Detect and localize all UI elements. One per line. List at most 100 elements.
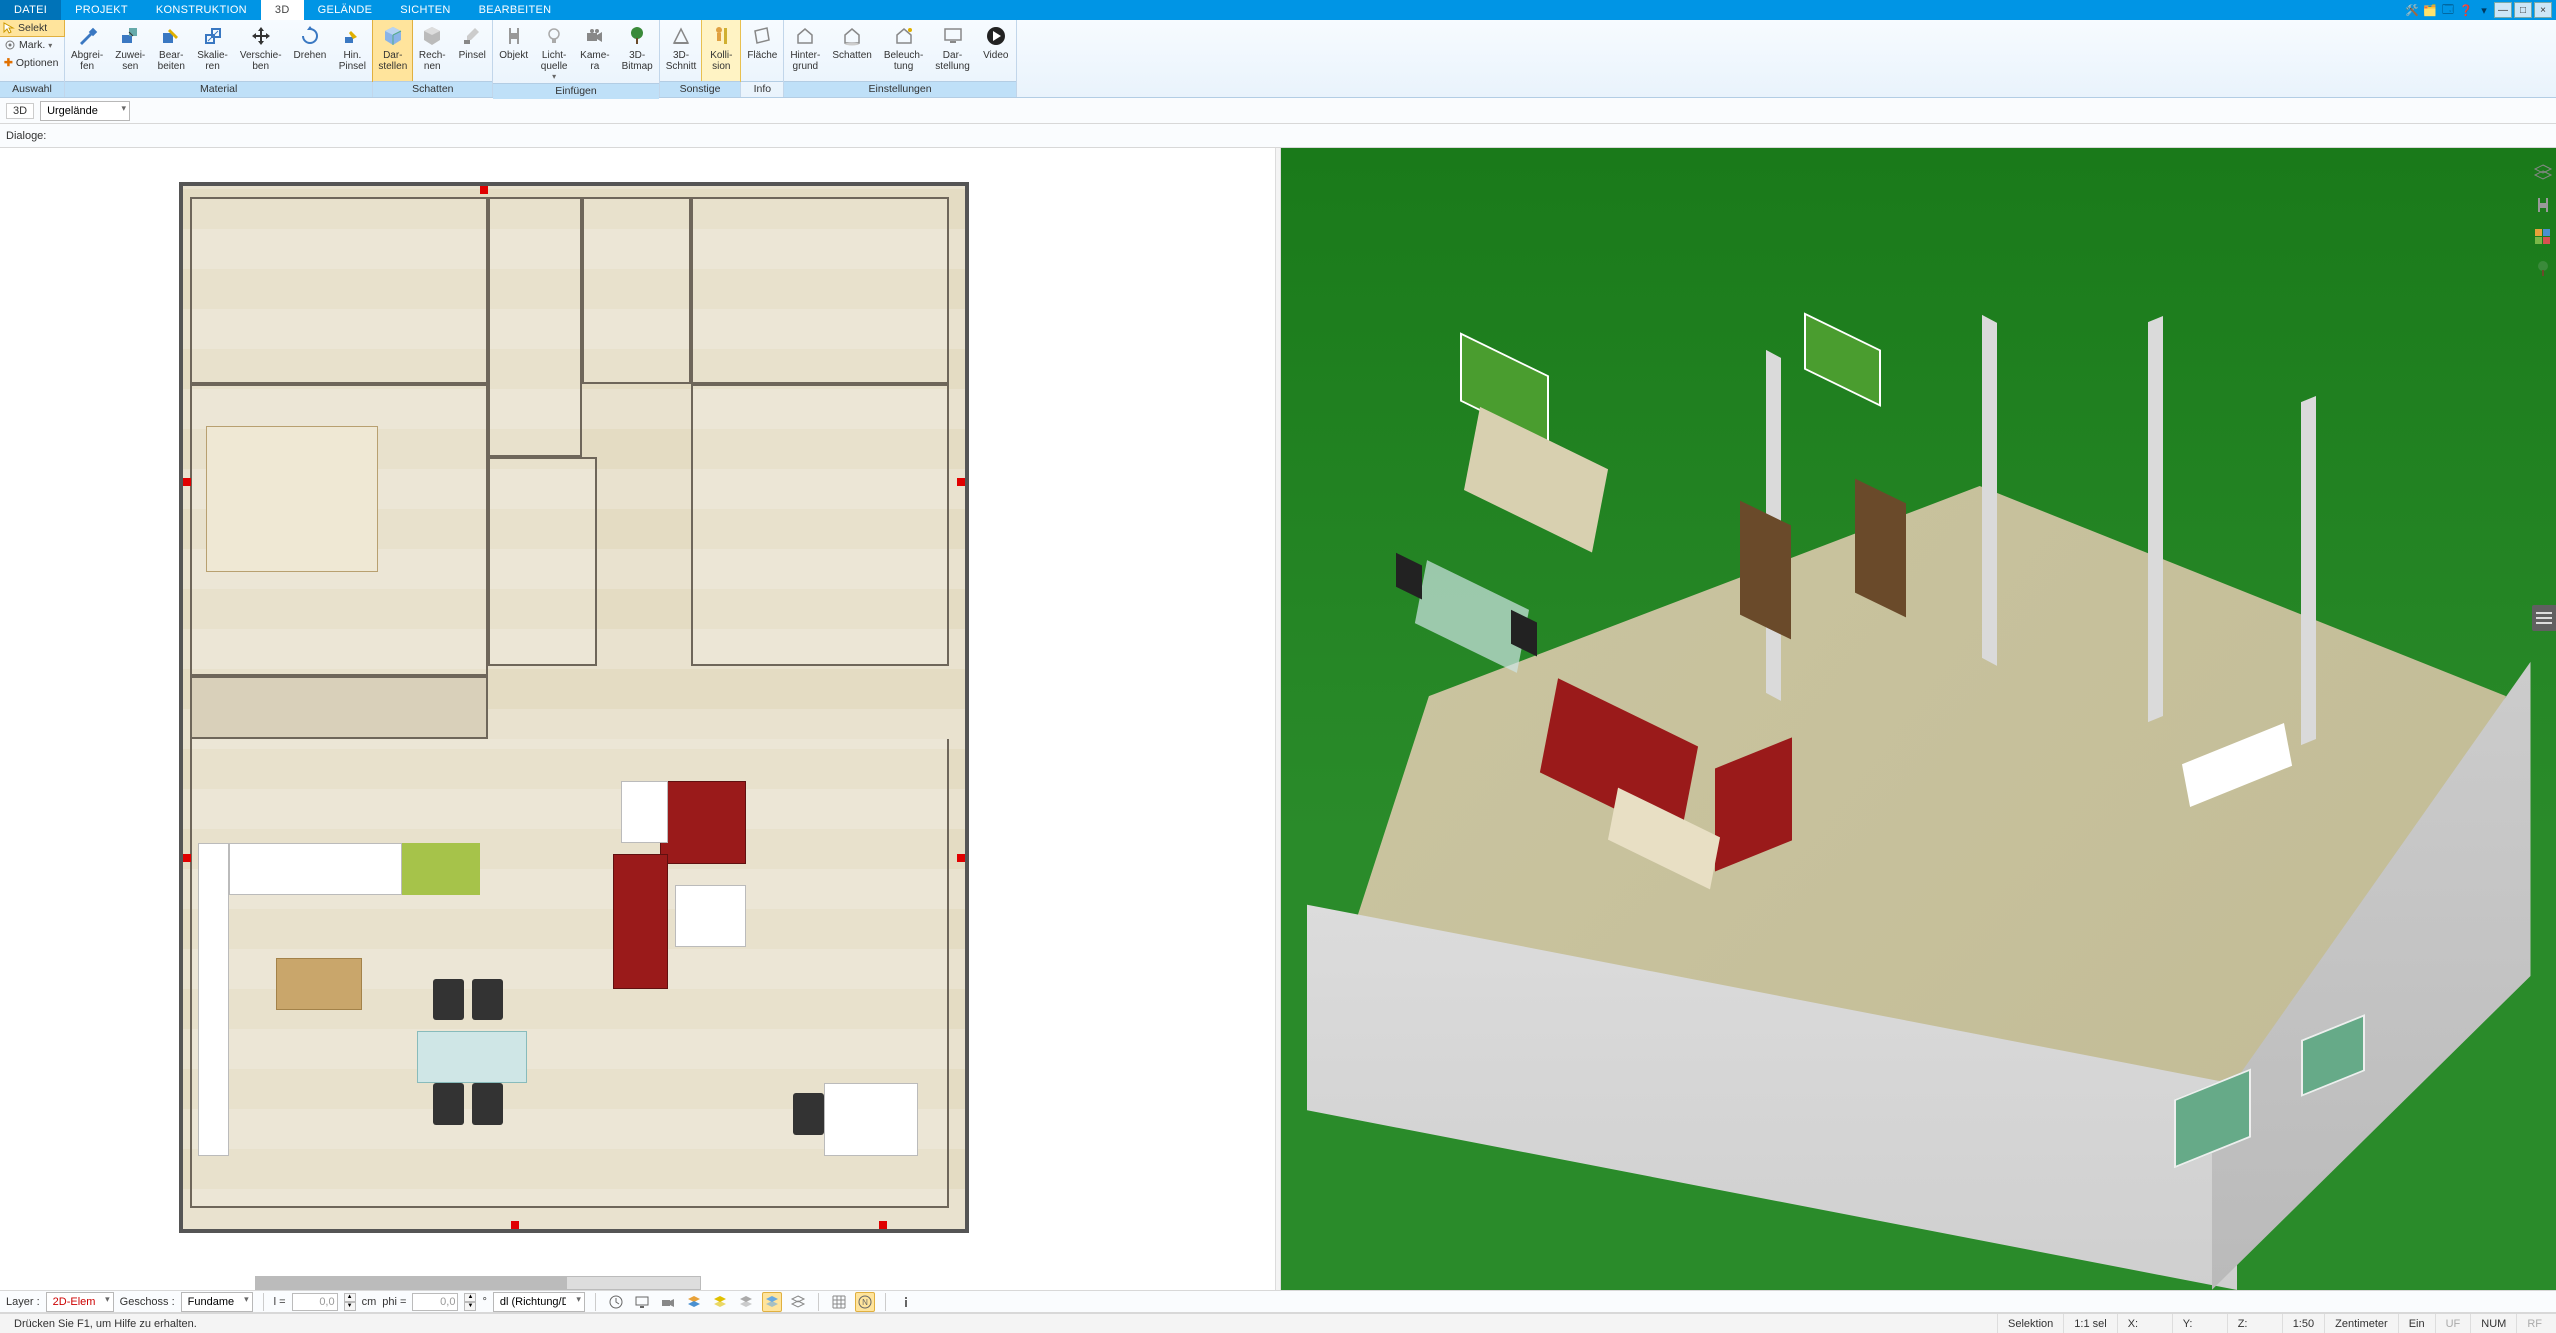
eyedropper-icon: [74, 23, 100, 49]
edit-icon: [158, 23, 184, 49]
lbl-bearbeiten: Bear- beiten: [158, 50, 185, 72]
help-icon[interactable]: ❓: [2458, 2, 2474, 18]
main-area: [0, 148, 2556, 1290]
window-icon[interactable]: 🗔: [2440, 2, 2456, 18]
btn-hinpinsel[interactable]: Hin. Pinsel: [332, 20, 372, 81]
btn-darstellen[interactable]: Dar- stellen: [372, 19, 413, 82]
layer-combo[interactable]: [46, 1292, 114, 1312]
view3d-side-tools: [2532, 162, 2554, 280]
grid-icon[interactable]: [829, 1292, 849, 1312]
north-icon[interactable]: N: [855, 1292, 875, 1312]
camera-small-icon[interactable]: [658, 1292, 678, 1312]
dropdown-icon[interactable]: ▾: [2476, 2, 2492, 18]
lbl-schatten-set: Schatten: [832, 50, 871, 61]
status-rf: RF: [2516, 1314, 2552, 1333]
btn-flaeche[interactable]: Fläche: [741, 20, 783, 81]
view-tab-3d[interactable]: 3D: [6, 103, 34, 119]
layers-blue-icon[interactable]: [762, 1292, 782, 1312]
lbl-zuweisen: Zuwei- sen: [115, 50, 145, 72]
phi-input[interactable]: [412, 1293, 458, 1311]
view-2d[interactable]: [0, 148, 1275, 1290]
floor-plan[interactable]: [179, 182, 970, 1233]
lbl-schnitt: 3D- Schnitt: [666, 50, 697, 72]
menu-bar: DATEI PROJEKT KONSTRUKTION 3D GELÄNDE SI…: [0, 0, 2556, 20]
btn-3dbitmap[interactable]: 3D- Bitmap: [616, 20, 659, 83]
lbl-lichtquelle: Licht- quelle: [541, 50, 568, 72]
richtung-combo[interactable]: [493, 1292, 585, 1312]
menu-datei[interactable]: DATEI: [0, 0, 61, 20]
palette-icon[interactable]: [2532, 226, 2554, 248]
group-schatten: Dar- stellen Rech- nen Pinsel Schatten: [373, 20, 493, 97]
btn-kollision[interactable]: Kolli- sion: [701, 19, 741, 82]
lbl-hinpinsel: Hin. Pinsel: [339, 50, 366, 72]
clock-icon[interactable]: [606, 1292, 626, 1312]
auswahl-mark[interactable]: Mark.▾: [0, 36, 64, 54]
auswahl-optionen[interactable]: ✚ Optionen: [0, 54, 64, 72]
side-panel-handle[interactable]: [2532, 605, 2556, 631]
cursor-icon: [3, 22, 15, 34]
menu-bearbeiten[interactable]: BEARBEITEN: [465, 0, 566, 20]
tools-icon[interactable]: 🛠️: [2404, 2, 2420, 18]
monitor-small-icon[interactable]: [632, 1292, 652, 1312]
menu-projekt[interactable]: PROJEKT: [61, 0, 142, 20]
layers-outline-icon[interactable]: [788, 1292, 808, 1312]
cube-icon: [380, 23, 406, 49]
menu-konstruktion[interactable]: KONSTRUKTION: [142, 0, 261, 20]
status-scale: 1:50: [2282, 1314, 2324, 1333]
chair-view-icon[interactable]: [2532, 194, 2554, 216]
phi-spinner[interactable]: ▲▼: [464, 1293, 476, 1311]
lbl-verschieben: Verschie- ben: [240, 50, 282, 72]
minimize-button[interactable]: —: [2494, 2, 2512, 18]
lbl-pinsel: Pinsel: [459, 50, 486, 61]
tree-view-icon[interactable]: [2532, 258, 2554, 280]
btn-rechnen[interactable]: Rech- nen: [412, 20, 452, 81]
close-button[interactable]: ×: [2534, 2, 2552, 18]
menu-sichten[interactable]: SICHTEN: [386, 0, 464, 20]
info-icon[interactable]: [896, 1292, 916, 1312]
btn-skalieren[interactable]: Skalie- ren: [191, 20, 234, 81]
menu-3d[interactable]: 3D: [261, 0, 304, 20]
combo-urgel[interactable]: [40, 101, 130, 121]
view-3d[interactable]: [1281, 148, 2556, 1290]
layers-grey-icon[interactable]: [736, 1292, 756, 1312]
l-spinner[interactable]: ▲▼: [344, 1293, 356, 1311]
group-sonstige: 3D- Schnitt Kolli- sion Sonstige: [660, 20, 742, 97]
btn-drehen[interactable]: Drehen: [288, 20, 333, 81]
btn-abgreifen[interactable]: Abgrei- fen: [65, 20, 109, 81]
house-light-icon: [891, 23, 917, 49]
lbl-rechnen: Rech- nen: [419, 50, 446, 72]
lbl-darstellung: Dar- stellung: [935, 50, 969, 72]
btn-kamera[interactable]: Kame- ra: [574, 20, 615, 83]
btn-3dschnitt[interactable]: 3D- Schnitt: [660, 20, 703, 81]
btn-verschieben[interactable]: Verschie- ben: [234, 20, 288, 81]
btn-hintergrund[interactable]: Hinter- grund: [784, 20, 826, 81]
btn-objekt[interactable]: Objekt: [493, 20, 534, 83]
btn-video[interactable]: Video: [976, 20, 1016, 81]
deg-label: °: [482, 1296, 486, 1308]
l-input[interactable]: [292, 1293, 338, 1311]
status-bar: Drücken Sie F1, um Hilfe zu erhalten. Se…: [0, 1313, 2556, 1333]
folder-icon[interactable]: 🗂️: [2422, 2, 2438, 18]
btn-bearbeiten[interactable]: Bear- beiten: [151, 20, 191, 81]
btn-lichtquelle[interactable]: Licht- quelle▾: [534, 20, 574, 83]
menu-gelaende[interactable]: GELÄNDE: [304, 0, 387, 20]
btn-darstellung[interactable]: Dar- stellung: [929, 20, 975, 81]
lbl-skalieren: Skalie- ren: [197, 50, 228, 72]
layers-icon[interactable]: [2532, 162, 2554, 184]
geschoss-combo[interactable]: [181, 1292, 253, 1312]
group-info: Fläche Info: [741, 20, 784, 97]
btn-beleuchtung[interactable]: Beleuch- tung: [878, 20, 929, 81]
auswahl-selekt[interactable]: Selekt: [0, 19, 65, 37]
layers-colored-icon[interactable]: [684, 1292, 704, 1312]
scale-icon: [200, 23, 226, 49]
status-ein: Ein: [2398, 1314, 2435, 1333]
house-shadow-icon: [839, 23, 865, 49]
layers-yellow-icon[interactable]: [710, 1292, 730, 1312]
phi-label: phi =: [382, 1296, 406, 1308]
btn-schatten-set[interactable]: Schatten: [826, 20, 877, 81]
btn-pinsel[interactable]: Pinsel: [452, 20, 492, 81]
view2d-hscrollbar[interactable]: [255, 1276, 701, 1290]
maximize-button[interactable]: □: [2514, 2, 2532, 18]
btn-zuweisen[interactable]: Zuwei- sen: [109, 20, 151, 81]
geschoss-label: Geschoss :: [120, 1296, 175, 1308]
